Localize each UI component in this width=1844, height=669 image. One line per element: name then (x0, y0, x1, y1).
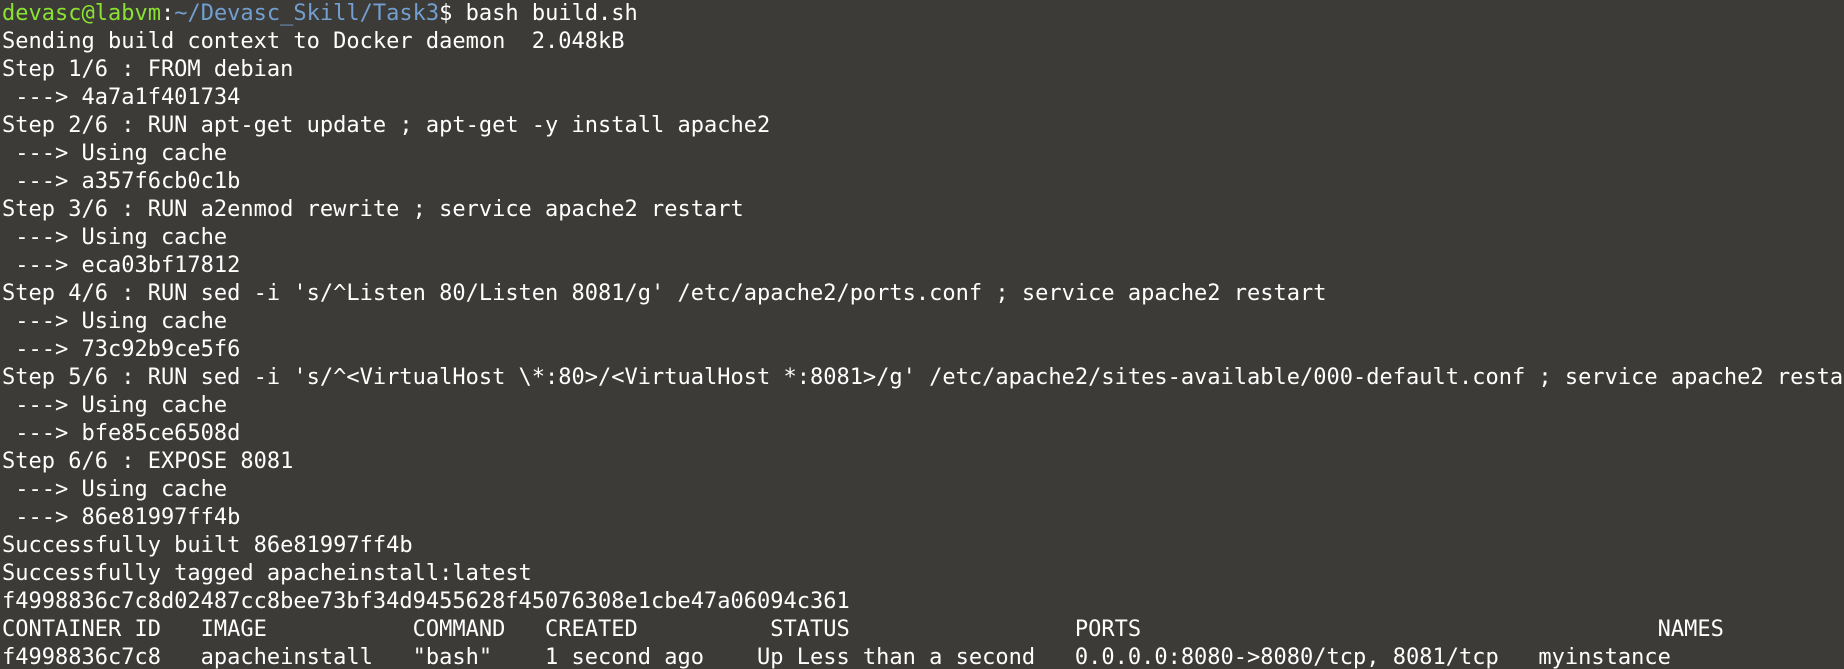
prompt-line: devasc@labvm:~/Devasc_Skill/Task3$ bash … (0, 0, 1844, 28)
output-line: f4998836c7c8 apacheinstall "bash" 1 seco… (2, 645, 1671, 669)
output-line: ---> Using cache (2, 477, 228, 502)
output-line: ---> eca03bf17812 (2, 253, 241, 278)
output-line: Successfully tagged apacheinstall:latest (2, 561, 532, 586)
prompt-symbol: $ (439, 1, 466, 26)
prompt-command: bash build.sh (465, 1, 638, 26)
output-line: ---> a357f6cb0c1b (2, 169, 241, 194)
output-block: Sending build context to Docker daemon 2… (0, 28, 1844, 669)
output-line: ---> Using cache (2, 225, 228, 250)
output-line: Step 1/6 : FROM debian (2, 57, 294, 82)
output-line: ---> 73c92b9ce5f6 (2, 337, 241, 362)
output-line: ---> bfe85ce6508d (2, 421, 241, 446)
output-line: CONTAINER ID IMAGE COMMAND CREATED STATU… (2, 617, 1724, 642)
output-line: Successfully built 86e81997ff4b (2, 533, 413, 558)
terminal-window[interactable]: devasc@labvm:~/Devasc_Skill/Task3$ bash … (0, 0, 1844, 669)
output-line: Sending build context to Docker daemon 2… (2, 29, 625, 54)
prompt-user-host: devasc@labvm (2, 1, 161, 26)
output-line: Step 4/6 : RUN sed -i 's/^Listen 80/List… (2, 281, 1327, 306)
output-line: ---> Using cache (2, 393, 228, 418)
prompt-separator: : (160, 1, 175, 26)
output-line: ---> 86e81997ff4b (2, 505, 241, 530)
output-line: ---> Using cache (2, 309, 228, 334)
output-line: Step 5/6 : RUN sed -i 's/^<VirtualHost \… (2, 365, 1844, 390)
output-line: ---> 4a7a1f401734 (2, 85, 241, 110)
prompt-path: ~/Devasc_Skill/Task3 (174, 1, 440, 26)
output-line: ---> Using cache (2, 141, 228, 166)
output-line: Step 2/6 : RUN apt-get update ; apt-get … (2, 113, 771, 138)
output-line: Step 3/6 : RUN a2enmod rewrite ; service… (2, 197, 744, 222)
output-line: f4998836c7c8d02487cc8bee73bf34d9455628f4… (2, 589, 850, 614)
output-line: Step 6/6 : EXPOSE 8081 (2, 449, 294, 474)
